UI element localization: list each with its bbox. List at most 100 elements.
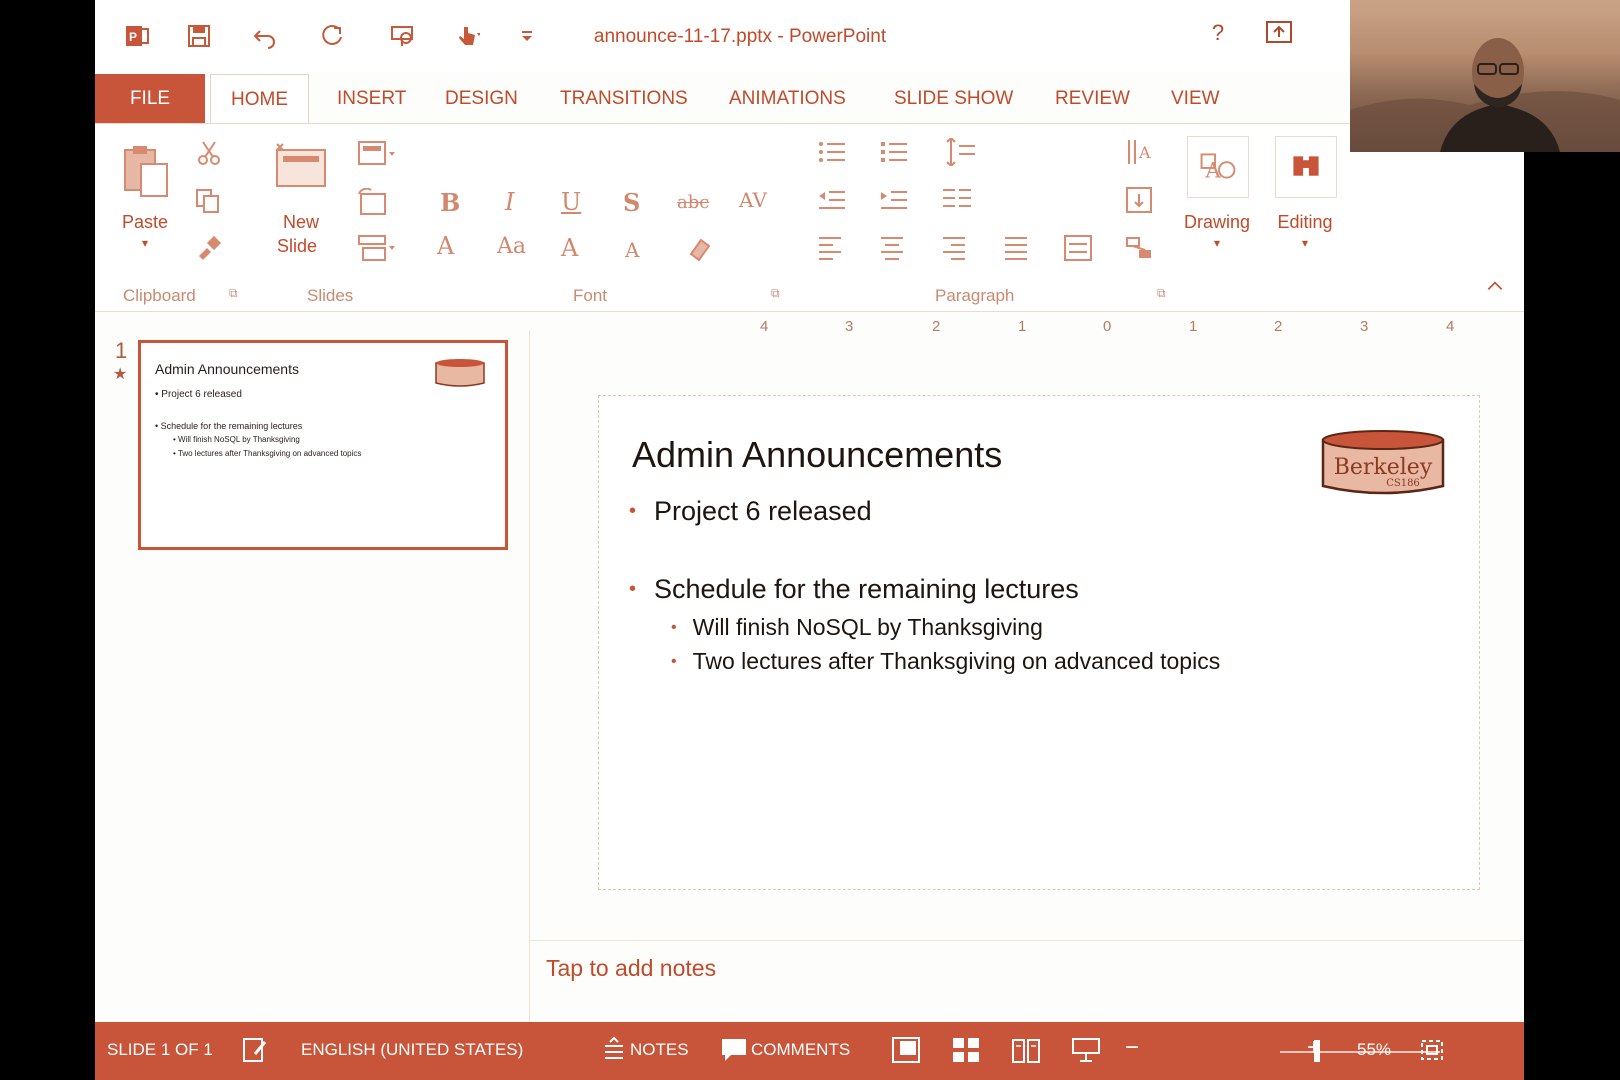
ruler-tick: 3 — [845, 318, 854, 335]
decrease-font-size-button[interactable]: A — [625, 238, 639, 262]
zoom-level[interactable]: 55% — [1357, 1040, 1391, 1060]
slide-count-label[interactable]: SLIDE 1 OF 1 — [107, 1040, 213, 1060]
ribbon-display-options-icon[interactable] — [1265, 20, 1301, 50]
paste-icon[interactable] — [121, 144, 171, 200]
convert-to-smartart-icon[interactable] — [1125, 234, 1165, 262]
align-text-icon[interactable] — [1125, 186, 1165, 214]
new-slide-icon[interactable] — [273, 142, 329, 190]
ruler-tick: 1 — [1189, 318, 1198, 335]
text-shadow-button[interactable]: S — [623, 188, 640, 217]
slide-sub-bullet[interactable]: • Two lectures after Thanksgiving on adva… — [671, 648, 1220, 675]
tab-design[interactable]: DESIGN — [425, 74, 538, 124]
slide-sorter-icon[interactable] — [951, 1036, 981, 1064]
help-button[interactable]: ? — [1203, 20, 1233, 50]
drawing-label[interactable]: Drawing — [1177, 212, 1257, 233]
new-slide-label-2[interactable]: Slide — [267, 236, 327, 257]
notes-placeholder[interactable]: Tap to add notes — [546, 955, 716, 982]
clipboard-launcher-icon[interactable]: ⧉ — [229, 286, 238, 301]
font-color-button[interactable]: A — [437, 232, 454, 260]
slide-thumbnail-1[interactable]: Admin Announcements • Project 6 released… — [138, 340, 508, 550]
horizontal-ruler: 4 3 2 1 0 1 2 3 4 — [690, 318, 1490, 340]
slide-canvas[interactable]: Admin Announcements • Project 6 released … — [598, 395, 1480, 890]
align-right-icon[interactable] — [941, 234, 967, 262]
fit-to-window-icon[interactable] — [1417, 1036, 1447, 1064]
italic-button[interactable]: I — [505, 188, 514, 216]
tab-transitions[interactable]: TRANSITIONS — [540, 74, 708, 124]
slide-thumbnails-pane: 1 ★ Admin Announcements • Project 6 rele… — [95, 330, 530, 1025]
zoom-in-button[interactable]: + — [1307, 1034, 1321, 1062]
thumbnail-sub-bullet: • Will finish NoSQL by Thanksgiving — [173, 435, 300, 444]
svg-text:Berkeley: Berkeley — [1334, 455, 1433, 480]
font-launcher-icon[interactable]: ⧉ — [771, 286, 780, 301]
comments-button[interactable]: COMMENTS — [751, 1040, 850, 1060]
language-label[interactable]: ENGLISH (UNITED STATES) — [301, 1040, 523, 1060]
bullets-icon[interactable] — [817, 138, 861, 166]
tab-review[interactable]: REVIEW — [1035, 74, 1150, 124]
paste-label[interactable]: Paste — [115, 212, 175, 233]
slide-title[interactable]: Admin Announcements — [632, 434, 1002, 476]
thumbnail-bullet: • Project 6 released — [155, 389, 242, 400]
clipboard-group-label: Clipboard — [123, 286, 196, 305]
slideshow-view-icon[interactable] — [1071, 1036, 1101, 1064]
tab-insert[interactable]: INSERT — [317, 74, 426, 124]
new-slide-label-1[interactable]: New — [271, 212, 331, 233]
text-direction-icon[interactable]: A — [1125, 138, 1165, 166]
notes-pane[interactable]: Tap to add notes — [530, 940, 1524, 1022]
spell-check-icon[interactable] — [241, 1036, 271, 1064]
paragraph-launcher-icon[interactable]: ⧉ — [1157, 286, 1166, 301]
strikethrough-button[interactable]: abc — [677, 192, 709, 213]
title-bar: P announce-11-17.pptx - PowerPoint ? — [95, 0, 1524, 72]
editing-label[interactable]: Editing — [1265, 212, 1345, 233]
berkeley-logo-icon[interactable]: Berkeley CS186 — [1317, 426, 1449, 500]
bold-button[interactable]: B — [440, 188, 460, 217]
align-left-icon[interactable] — [817, 234, 843, 262]
status-bar: SLIDE 1 OF 1 ENGLISH (UNITED STATES) NOT… — [95, 1022, 1524, 1080]
drawing-shapes-icon[interactable]: A — [1187, 136, 1249, 198]
slide-sub-bullet[interactable]: • Will finish NoSQL by Thanksgiving — [671, 614, 1043, 641]
copy-icon[interactable] — [195, 188, 223, 214]
notes-icon[interactable] — [599, 1036, 629, 1064]
drawing-dropdown-icon[interactable]: ▾ — [1205, 236, 1229, 250]
format-painter-icon[interactable] — [195, 234, 223, 260]
reading-view-icon[interactable] — [1011, 1036, 1041, 1064]
tab-home[interactable]: HOME — [210, 74, 309, 125]
slide-bullet[interactable]: • Project 6 released — [629, 496, 872, 527]
columns-icon[interactable] — [941, 186, 981, 214]
notes-button[interactable]: NOTES — [630, 1040, 689, 1060]
collapse-ribbon-icon[interactable] — [1485, 276, 1509, 300]
tab-file[interactable]: FILE — [95, 74, 205, 124]
underline-button[interactable]: U — [561, 188, 581, 216]
slide-bullet[interactable]: • Schedule for the remaining lectures — [629, 574, 1079, 605]
reset-slide-icon[interactable] — [357, 187, 387, 216]
distributed-icon[interactable] — [1063, 234, 1093, 262]
paragraph-group-label: Paragraph — [935, 286, 1015, 305]
thumbnail-bullet: • Schedule for the remaining lectures — [155, 421, 303, 431]
increase-font-size-button[interactable]: A — [561, 234, 578, 262]
character-spacing-button[interactable]: AV — [739, 188, 767, 212]
berkeley-logo-icon — [433, 357, 487, 389]
tab-animations[interactable]: ANIMATIONS — [709, 74, 866, 124]
comments-icon[interactable] — [719, 1036, 749, 1064]
align-center-icon[interactable] — [879, 234, 905, 262]
cut-icon[interactable] — [197, 140, 221, 166]
webcam-overlay — [1350, 0, 1620, 152]
slides-group-label: Slides — [307, 286, 354, 305]
section-icon[interactable] — [357, 234, 397, 262]
layout-icon[interactable] — [357, 140, 397, 168]
change-case-button[interactable]: Aa — [497, 234, 526, 259]
zoom-out-button[interactable]: − — [1125, 1034, 1139, 1062]
decrease-indent-icon[interactable] — [817, 186, 847, 214]
powerpoint-window: P announce-11-17.pptx - PowerPoint ? FIL… — [95, 0, 1524, 1080]
justify-icon[interactable] — [1003, 234, 1029, 262]
normal-view-icon[interactable] — [891, 1036, 921, 1064]
line-spacing-icon[interactable] — [943, 136, 983, 168]
tab-slide-show[interactable]: SLIDE SHOW — [874, 74, 1033, 124]
numbering-icon[interactable] — [879, 138, 923, 166]
paste-dropdown-icon[interactable]: ▾ — [133, 236, 157, 250]
binoculars-icon[interactable] — [1275, 136, 1337, 198]
svg-text:A: A — [1138, 143, 1151, 162]
increase-indent-icon[interactable] — [879, 186, 909, 214]
tab-view[interactable]: VIEW — [1151, 74, 1240, 124]
editing-dropdown-icon[interactable]: ▾ — [1293, 236, 1317, 250]
clear-formatting-icon[interactable] — [685, 234, 713, 262]
